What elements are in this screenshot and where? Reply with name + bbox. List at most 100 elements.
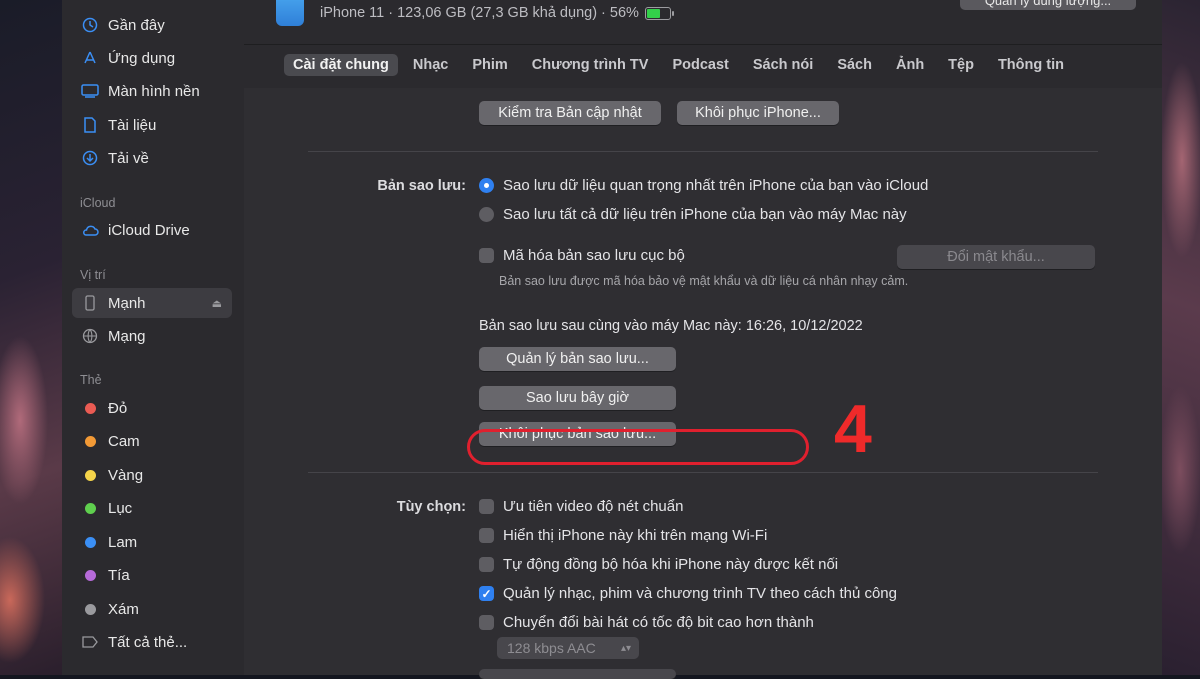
sidebar-section-locations: Vị trí bbox=[80, 268, 106, 282]
checkbox[interactable] bbox=[479, 248, 494, 263]
last-backup-text: Bản sao lưu sau cùng vào máy Mac này: 16… bbox=[479, 318, 863, 334]
checkbox[interactable] bbox=[479, 499, 494, 514]
desktop-icon bbox=[80, 84, 100, 98]
checkbox-checked[interactable]: ✓ bbox=[479, 586, 494, 601]
tab-info[interactable]: Thông tin bbox=[989, 54, 1073, 76]
radio-label: Sao lưu dữ liệu quan trọng nhất trên iPh… bbox=[503, 177, 929, 194]
tab-bar: Cài đặt chung Nhạc Phim Chương trình TV … bbox=[284, 54, 1079, 76]
tag-color-dot bbox=[84, 502, 96, 514]
eject-icon[interactable]: ⏏ bbox=[212, 297, 222, 310]
sidebar-item-label: Mạnh bbox=[108, 294, 146, 312]
manage-backups-button[interactable]: Quản lý bản sao lưu... bbox=[479, 347, 676, 371]
device-info: iPhone 11 · 123,06 GB (27,3 GB khả dụng)… bbox=[320, 5, 674, 21]
sidebar-item-label: iCloud Drive bbox=[108, 221, 190, 239]
tag-icon bbox=[80, 636, 100, 648]
checkbox[interactable] bbox=[479, 615, 494, 630]
tab-books[interactable]: Sách bbox=[828, 54, 881, 76]
apps-icon bbox=[80, 50, 100, 66]
chevron-updown-icon: ▴▾ bbox=[620, 642, 631, 654]
change-password-button[interactable]: Đổi mật khẩu... bbox=[897, 245, 1095, 269]
tab-music[interactable]: Nhạc bbox=[404, 54, 457, 76]
tag-color-dot bbox=[84, 469, 96, 481]
sidebar-item-label: Tài liệu bbox=[108, 116, 157, 134]
sidebar-section-icloud: iCloud bbox=[80, 196, 116, 210]
sidebar-item-applications[interactable]: Ứng dụng bbox=[72, 43, 232, 73]
bitrate-select[interactable]: 128 kbps AAC ▴▾ bbox=[497, 637, 639, 659]
document-icon bbox=[80, 117, 100, 133]
sidebar-tag-green[interactable]: Lục bbox=[72, 493, 232, 523]
sidebar-item-downloads[interactable]: Tải về bbox=[72, 143, 232, 173]
checkbox-label: Tự động đồng bộ hóa khi iPhone này được … bbox=[503, 556, 839, 573]
sidebar-section-tags: Thẻ bbox=[80, 373, 102, 387]
radio-label: Sao lưu tất cả dữ liệu trên iPhone của b… bbox=[503, 206, 907, 223]
partial-button[interactable] bbox=[479, 669, 676, 679]
sidebar-item-label: Mạng bbox=[108, 327, 146, 345]
sidebar-item-label: Đỏ bbox=[108, 399, 128, 417]
manage-storage-button[interactable]: Quản lý dung lượng... bbox=[960, 0, 1136, 10]
checkbox[interactable] bbox=[479, 557, 494, 572]
backup-label: Bản sao lưu: bbox=[377, 178, 466, 194]
backup-option-mac[interactable]: Sao lưu tất cả dữ liệu trên iPhone của b… bbox=[479, 206, 907, 223]
radio-button[interactable] bbox=[479, 207, 494, 222]
sidebar-item-recents[interactable]: Gần đây bbox=[72, 10, 232, 40]
option-convert-bitrate[interactable]: Chuyển đổi bài hát có tốc độ bit cao hơn… bbox=[479, 614, 814, 631]
backup-option-icloud[interactable]: Sao lưu dữ liệu quan trọng nhất trên iPh… bbox=[479, 177, 928, 194]
sidebar-item-all-tags[interactable]: Tất cả thẻ... bbox=[72, 627, 232, 657]
sidebar-tag-orange[interactable]: Cam bbox=[72, 426, 232, 456]
annotation-highlight-circle bbox=[467, 429, 809, 465]
sidebar-item-label: Lam bbox=[108, 533, 138, 551]
sidebar-item-icloud-drive[interactable]: iCloud Drive bbox=[72, 215, 232, 245]
sidebar-item-label: Vàng bbox=[108, 466, 144, 484]
option-auto-sync[interactable]: Tự động đồng bộ hóa khi iPhone này được … bbox=[479, 556, 838, 573]
sidebar-item-desktop[interactable]: Màn hình nền bbox=[72, 76, 232, 106]
tab-general[interactable]: Cài đặt chung bbox=[284, 54, 398, 76]
sidebar-item-label: Xám bbox=[108, 600, 139, 618]
network-icon bbox=[80, 328, 100, 344]
sidebar-item-label: Lục bbox=[108, 499, 133, 517]
sidebar-tag-blue[interactable]: Lam bbox=[72, 527, 232, 557]
last-backup-info: Bản sao lưu sau cùng vào máy Mac này: 16… bbox=[479, 318, 863, 334]
divider bbox=[308, 472, 1098, 473]
tab-movies[interactable]: Phim bbox=[463, 54, 516, 76]
encrypt-backup-checkbox[interactable]: Mã hóa bản sao lưu cục bộ bbox=[479, 247, 685, 264]
tab-tv-shows[interactable]: Chương trình TV bbox=[523, 54, 658, 76]
checkbox[interactable] bbox=[479, 528, 494, 543]
backup-now-button[interactable]: Sao lưu bây giờ bbox=[479, 386, 676, 410]
sidebar-item-network[interactable]: Mạng bbox=[72, 321, 232, 351]
sidebar-tag-gray[interactable]: Xám bbox=[72, 594, 232, 624]
battery-icon bbox=[644, 6, 674, 20]
restore-iphone-button[interactable]: Khôi phục iPhone... bbox=[677, 101, 839, 125]
cloud-icon bbox=[80, 223, 100, 237]
finder-sidebar: Gần đây Ứng dụng Màn hình nền Tài liệu T… bbox=[62, 0, 245, 675]
bitrate-value: 128 kbps AAC bbox=[507, 640, 596, 656]
radio-button[interactable] bbox=[479, 178, 494, 193]
option-show-on-wifi[interactable]: Hiển thị iPhone này khi trên mạng Wi-Fi bbox=[479, 527, 767, 544]
wallpaper-right bbox=[1162, 0, 1200, 675]
device-header: iPhone 11 · 123,06 GB (27,3 GB khả dụng)… bbox=[244, 0, 1162, 45]
sidebar-tag-yellow[interactable]: Vàng bbox=[72, 460, 232, 490]
tab-podcasts[interactable]: Podcast bbox=[663, 54, 737, 76]
check-update-button[interactable]: Kiểm tra Bản cập nhật bbox=[479, 101, 661, 125]
sidebar-item-iphone-device[interactable]: Mạnh ⏏ bbox=[72, 288, 232, 318]
tab-audiobooks[interactable]: Sách nói bbox=[744, 54, 822, 76]
general-settings-content: Kiểm tra Bản cập nhật Khôi phục iPhone..… bbox=[244, 88, 1162, 679]
iphone-icon bbox=[276, 0, 304, 26]
download-icon bbox=[80, 150, 100, 166]
option-manual-manage[interactable]: ✓ Quản lý nhạc, phim và chương trình TV … bbox=[479, 585, 897, 602]
sidebar-item-label: Màn hình nền bbox=[108, 82, 200, 100]
tab-files[interactable]: Tệp bbox=[939, 54, 983, 76]
sidebar-item-label: Tải về bbox=[108, 149, 149, 167]
sidebar-item-documents[interactable]: Tài liệu bbox=[72, 110, 232, 140]
sidebar-item-label: Cam bbox=[108, 432, 140, 450]
wallpaper-left bbox=[0, 0, 62, 675]
tag-color-dot bbox=[84, 569, 96, 581]
option-prefer-sd-video[interactable]: Ưu tiên video độ nét chuẩn bbox=[479, 498, 683, 515]
sidebar-item-label: Tía bbox=[108, 566, 130, 584]
annotation-step-number: 4 bbox=[834, 391, 872, 467]
tab-photos[interactable]: Ảnh bbox=[887, 54, 933, 76]
sidebar-tag-purple[interactable]: Tía bbox=[72, 560, 232, 590]
sidebar-tag-red[interactable]: Đỏ bbox=[72, 393, 232, 423]
sidebar-item-label: Tất cả thẻ... bbox=[108, 633, 188, 651]
tag-color-dot bbox=[84, 402, 96, 414]
tag-color-dot bbox=[84, 603, 96, 615]
